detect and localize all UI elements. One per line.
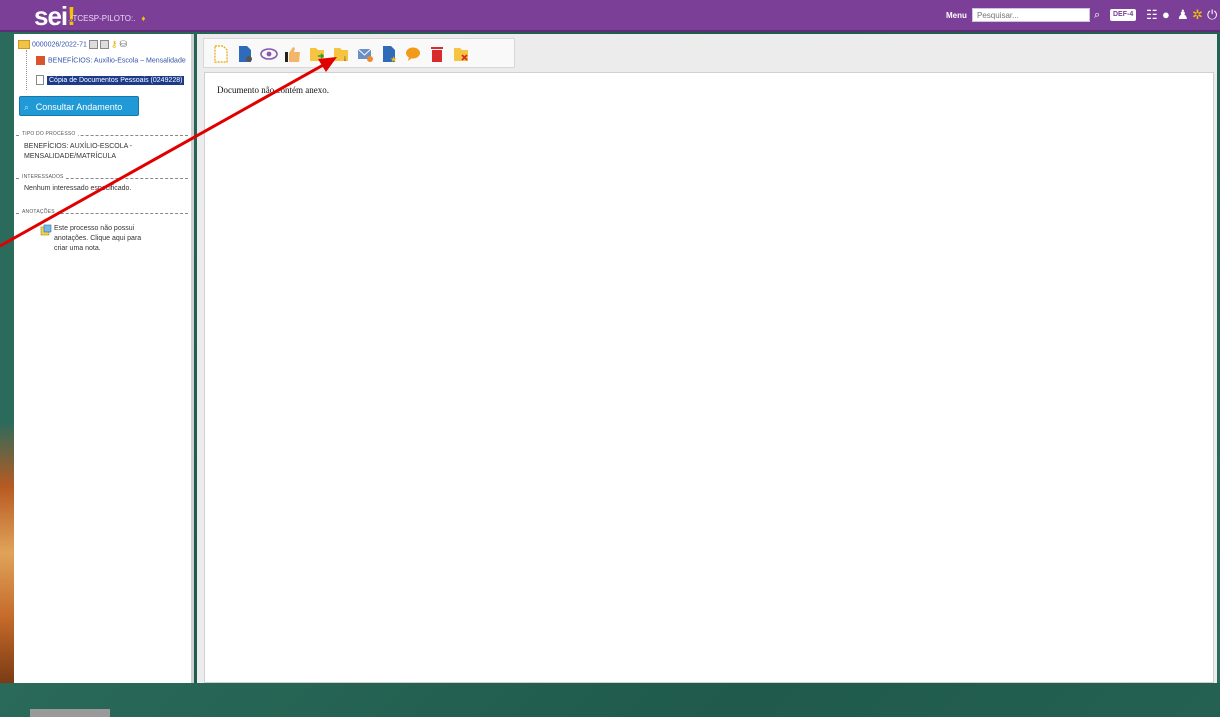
settings-icon[interactable]: ✲ — [1192, 6, 1203, 24]
tree-collapse-icon[interactable] — [99, 40, 109, 49]
new-document-icon[interactable] — [212, 44, 230, 64]
anotacoes-value[interactable]: Este processo não possui anotações. Cliq… — [54, 224, 154, 254]
power-icon[interactable]: ⏻ — [1207, 6, 1217, 24]
delete-icon[interactable] — [428, 44, 446, 64]
top-bar: sei! .:TCESP-PILOTO:.♦ Menu ⌕ DEF-4 ☷ ● … — [0, 0, 1220, 32]
tipo-processo-section: TIPO DO PROCESSO — [16, 131, 188, 137]
document-toolbar: i ★ — [203, 38, 515, 68]
tipo-processo-value: BENEFÍCIOS: AUXÍLIO-ESCOLA - MENSALIDADE… — [24, 143, 133, 160]
search-input[interactable] — [972, 8, 1090, 22]
process-number[interactable]: 0000026/2022-71 — [32, 41, 87, 48]
process-tree-panel: 0000026/2022-71 ⚷ ⛁ BENEFÍCIOS: Auxílio-Es… — [14, 34, 194, 717]
search-icon[interactable]: ⌕ — [1094, 8, 1108, 22]
org-marker-icon: ♦ — [141, 14, 146, 23]
folder-icon — [18, 40, 30, 49]
user-icon[interactable]: ♟ — [1177, 6, 1189, 24]
document-frame: i ★ Documento não contém anexo. — [197, 34, 1217, 683]
desk-background — [0, 30, 14, 683]
info-icon[interactable]: ● — [1162, 6, 1170, 24]
tree-connector — [26, 50, 28, 90]
move-document-icon[interactable] — [308, 44, 326, 64]
svg-text:★: ★ — [390, 55, 397, 64]
interessados-section: INTERESSADOS — [16, 174, 188, 180]
comment-icon[interactable] — [404, 44, 422, 64]
document-viewer: Documento não contém anexo. — [204, 72, 1214, 683]
database-icon: ⛁ — [119, 39, 128, 49]
horizontal-scrollbar[interactable] — [30, 709, 110, 717]
cancel-document-icon[interactable] — [452, 44, 470, 64]
document-info-icon[interactable]: i — [332, 44, 350, 64]
document-icon — [36, 75, 44, 85]
magnifier-icon: ⌕ — [24, 102, 30, 112]
unit-selector[interactable]: DEF-4 — [1110, 9, 1137, 21]
favorite-document-icon[interactable]: ★ — [380, 44, 398, 64]
send-email-icon[interactable] — [356, 44, 374, 64]
annotation-note-icon[interactable] — [40, 224, 52, 236]
process-type-icon — [36, 56, 45, 65]
anotacoes-section: ANOTAÇÕES — [16, 209, 188, 215]
tree-item-process[interactable]: BENEFÍCIOS: Auxílio-Escola – Mensalidade — [36, 56, 194, 65]
menu-label[interactable]: Menu — [946, 11, 967, 20]
document-settings-icon[interactable] — [236, 44, 254, 64]
org-label: .:TCESP-PILOTO:. ♦ — [68, 14, 146, 23]
key-icon: ⚷ — [110, 39, 118, 49]
interessados-value: Nenhum interessado especificado. — [24, 185, 132, 192]
like-icon[interactable] — [284, 44, 302, 64]
tree-item-document[interactable]: Cópia de Documentos Pessoais (0249228) — [36, 75, 194, 85]
consultar-andamento-button[interactable]: ⌕ Consultar Andamento — [19, 96, 139, 116]
grid-icon[interactable]: ☷ — [1146, 6, 1158, 24]
view-icon[interactable] — [260, 44, 278, 64]
document-message: Documento não contém anexo. — [217, 85, 329, 95]
tree-process-root[interactable]: 0000026/2022-71 ⚷ ⛁ — [18, 39, 127, 50]
svg-text:i: i — [344, 55, 346, 63]
tree-expand-icon[interactable] — [88, 40, 98, 49]
